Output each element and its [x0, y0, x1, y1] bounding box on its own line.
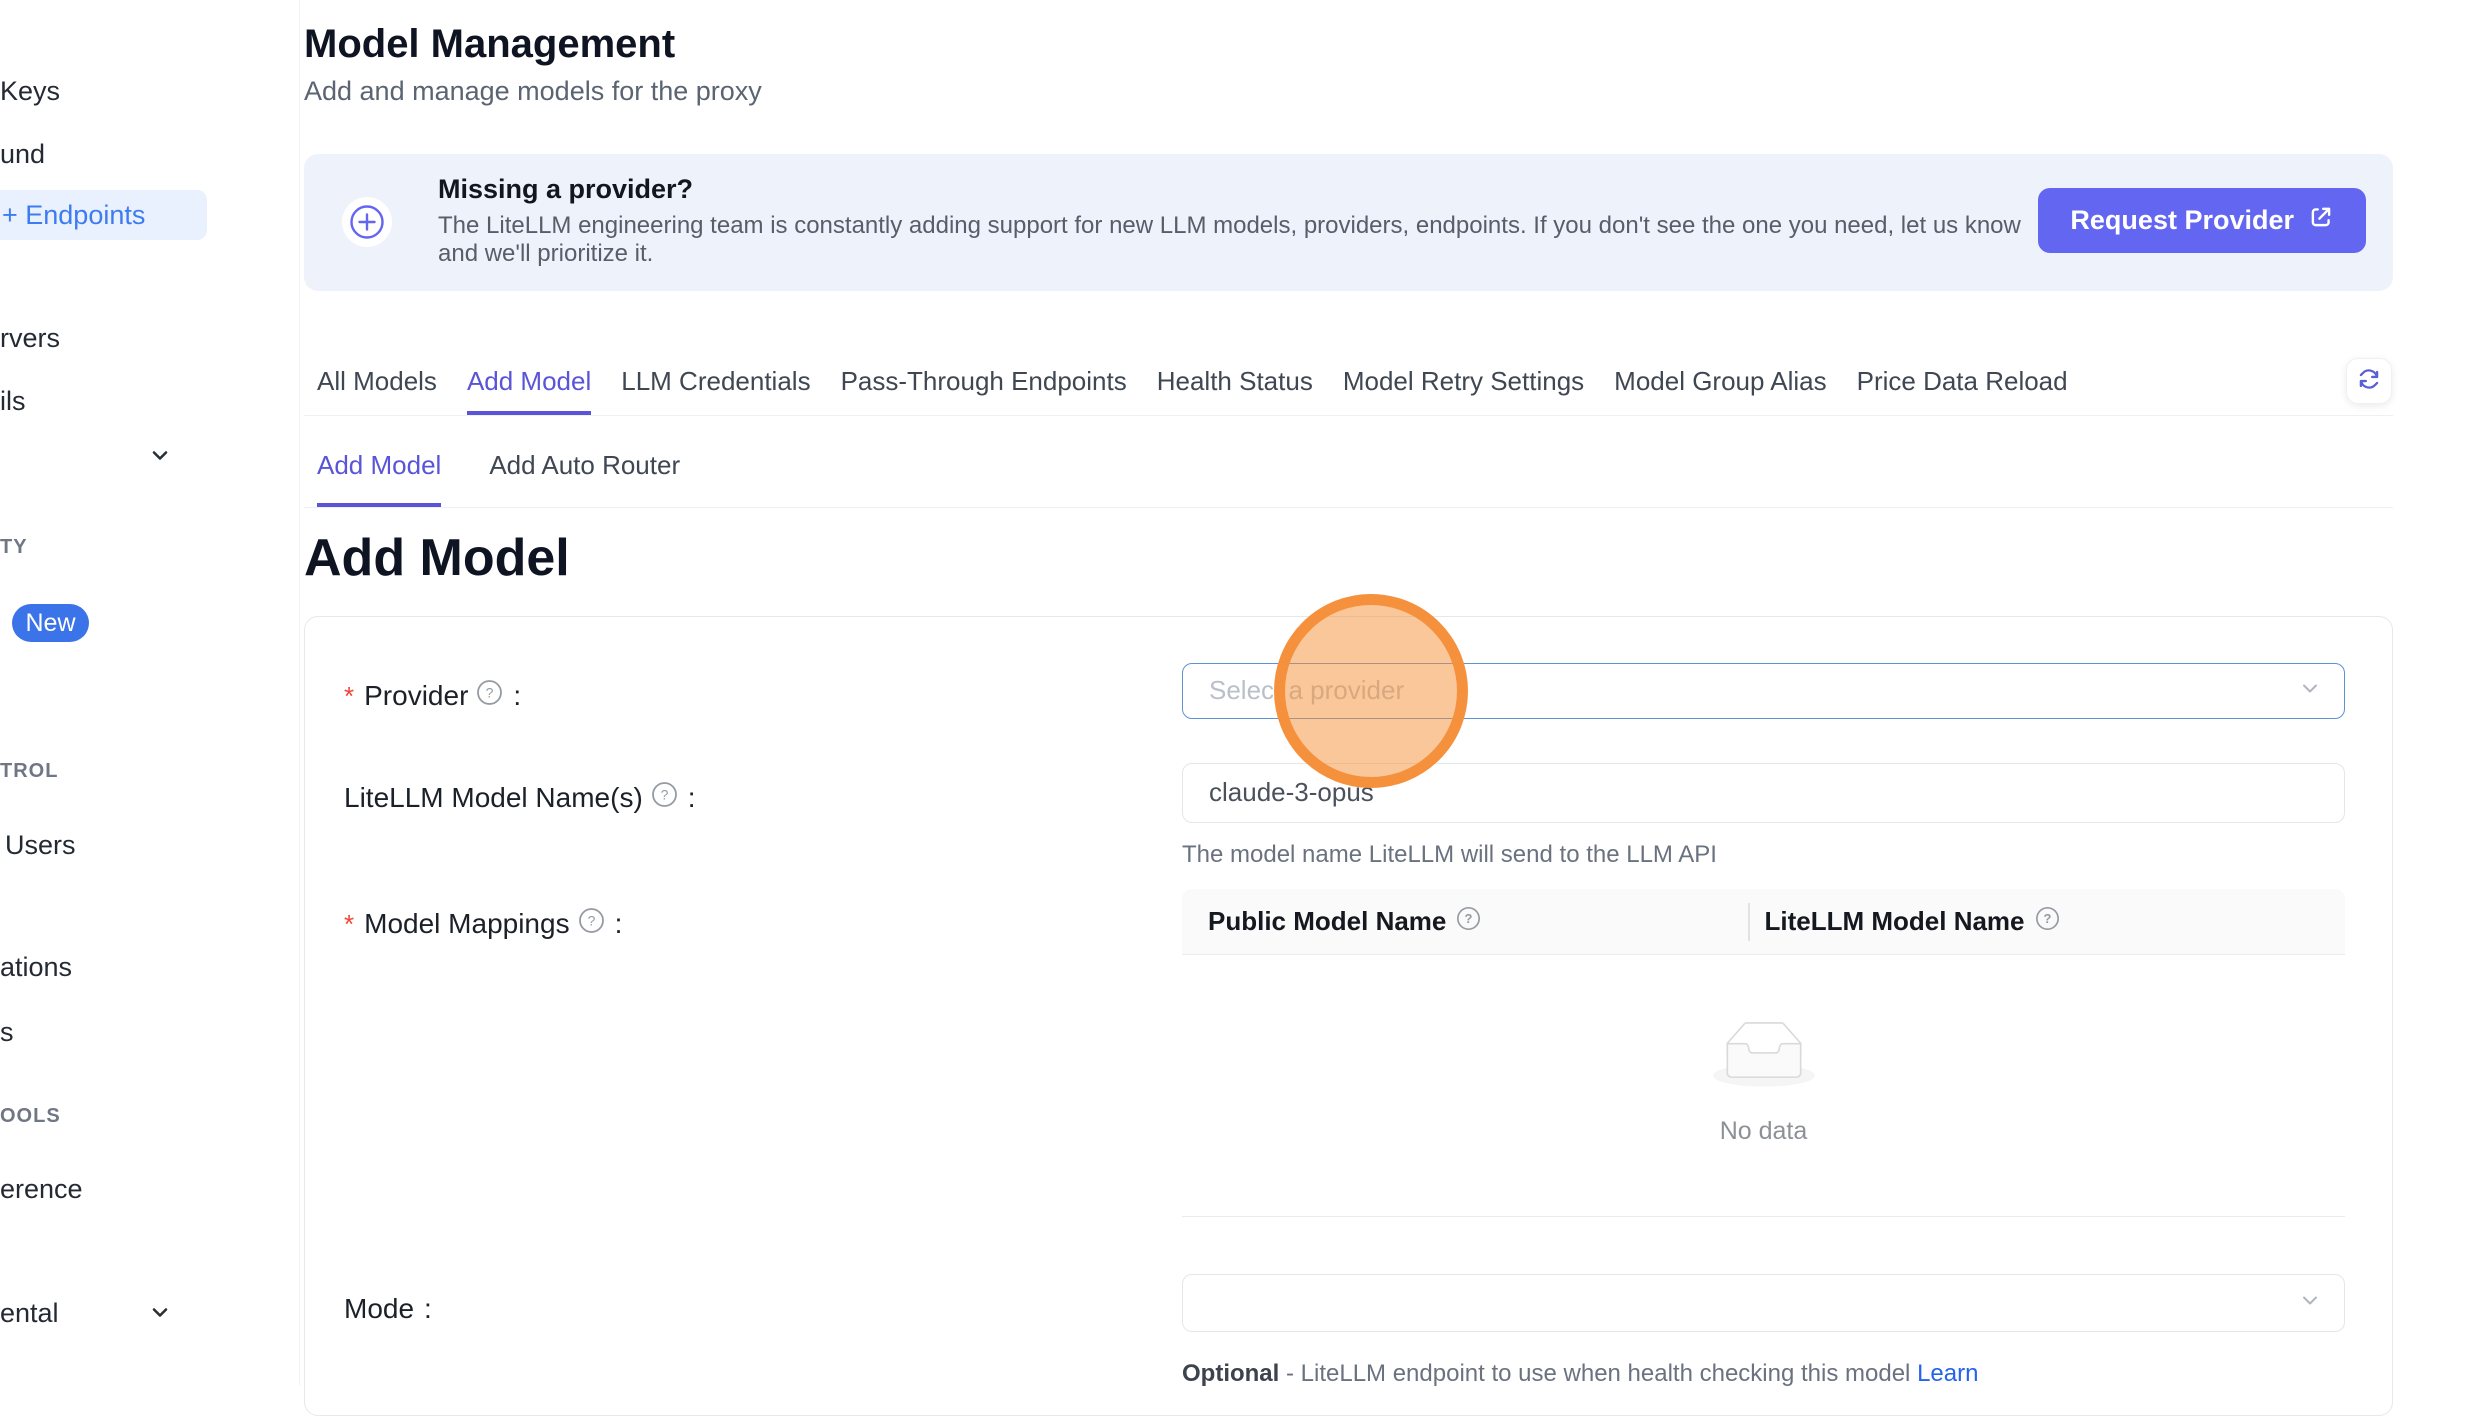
mode-helper-text: - LiteLLM endpoint to use when health ch… [1279, 1360, 1917, 1387]
provider-label: * Provider ? : [344, 679, 521, 713]
mode-select[interactable] [1182, 1274, 2345, 1332]
tab-all-models[interactable]: All Models [317, 366, 437, 415]
sidebar-item-experimental[interactable]: ental [0, 1298, 59, 1329]
learn-link[interactable]: Learn [1917, 1360, 1978, 1387]
add-model-form-card: * Provider ? : Select a provider LiteLLM… [304, 616, 2393, 1416]
sidebar-item-servers[interactable]: rvers [0, 323, 60, 354]
model-name-label-text: LiteLLM Model Name(s) [344, 782, 643, 814]
banner-body: The LiteLLM engineering team is constant… [438, 212, 2038, 268]
subtab-add-auto-router[interactable]: Add Auto Router [489, 430, 680, 507]
model-mappings-table: Public Model Name ? LiteLLM Model Name [1182, 889, 2345, 1217]
help-question-icon[interactable]: ? [2035, 906, 2060, 938]
svg-text:?: ? [2043, 911, 2051, 926]
model-tabs: All Models Add Model LLM Credentials Pas… [304, 366, 2393, 416]
model-name-helper: The model name LiteLLM will send to the … [1182, 841, 1717, 869]
colon: : [513, 680, 521, 712]
help-question-icon[interactable]: ? [476, 679, 503, 713]
sidebar-item-teams[interactable]: s [0, 1017, 14, 1048]
banner-title: Missing a provider? [438, 174, 693, 205]
mappings-table-empty-state: No data [1182, 955, 2345, 1217]
no-data-text: No data [1182, 1117, 2345, 1146]
add-model-subtabs: Add Model Add Auto Router [304, 430, 2393, 508]
provider-placeholder: Select a provider [1209, 664, 1404, 717]
tab-price-data-reload[interactable]: Price Data Reload [1857, 366, 2068, 415]
refresh-icon [2356, 366, 2382, 397]
model-mappings-label: * Model Mappings ? : [344, 907, 622, 941]
chevron-down-icon[interactable] [148, 443, 172, 472]
sidebar-section-access-control: TROL [0, 760, 58, 783]
chevron-down-icon[interactable] [148, 1300, 172, 1329]
column-public-model-name: Public Model Name ? [1182, 906, 1748, 938]
sidebar-item-reference[interactable]: erence [0, 1174, 83, 1205]
svg-text:?: ? [660, 787, 668, 803]
tab-llm-credentials[interactable]: LLM Credentials [621, 366, 810, 415]
external-link-icon [2308, 204, 2334, 237]
mode-helper-bold: Optional [1182, 1360, 1279, 1387]
sidebar: Keys und + Endpoints rvers ils TY New TR… [0, 0, 300, 1385]
sidebar-item-models-endpoints[interactable]: + Endpoints [0, 190, 207, 240]
sidebar-item-label: + Endpoints [2, 200, 145, 231]
plus-circle-icon [342, 197, 392, 247]
mode-label: Mode : [344, 1293, 432, 1325]
sidebar-item-users[interactable]: Users [5, 830, 76, 861]
sidebar-item-organizations[interactable]: ations [0, 952, 72, 983]
colon: : [688, 782, 696, 814]
mode-helper: Optional - LiteLLM endpoint to use when … [1182, 1360, 1978, 1388]
model-mappings-label-text: Model Mappings [364, 908, 569, 940]
colon: : [424, 1293, 432, 1325]
missing-provider-banner: Missing a provider? The LiteLLM engineer… [304, 154, 2393, 291]
main-content: Model Management Add and manage models f… [304, 0, 2393, 1385]
svg-text:?: ? [587, 913, 595, 929]
help-question-icon[interactable]: ? [578, 907, 605, 941]
colon: : [615, 908, 623, 940]
mappings-table-header: Public Model Name ? LiteLLM Model Name [1182, 889, 2345, 955]
request-provider-label: Request Provider [2070, 205, 2294, 236]
help-question-icon[interactable]: ? [651, 781, 678, 815]
chevron-down-icon [2298, 677, 2322, 706]
sidebar-item-keys[interactable]: Keys [0, 76, 60, 107]
model-name-input[interactable]: claude-3-opus [1182, 763, 2345, 823]
new-badge: New [12, 604, 89, 642]
sidebar-section-observability: TY [0, 536, 28, 559]
required-asterisk: * [344, 909, 354, 940]
tab-health-status[interactable]: Health Status [1157, 366, 1313, 415]
sidebar-item-playground[interactable]: und [0, 139, 45, 170]
provider-label-text: Provider [364, 680, 468, 712]
model-name-value: claude-3-opus [1209, 764, 1374, 821]
required-asterisk: * [344, 681, 354, 712]
refresh-button[interactable] [2346, 358, 2392, 404]
svg-text:?: ? [1465, 911, 1473, 926]
tab-model-group-alias[interactable]: Model Group Alias [1614, 366, 1826, 415]
column-litellm-model-name: LiteLLM Model Name ? [1750, 906, 2060, 938]
sidebar-section-tools: OOLS [0, 1105, 61, 1128]
sidebar-item-guardrails[interactable]: ils [0, 386, 26, 417]
add-model-heading: Add Model [304, 528, 570, 588]
page-title: Model Management [304, 22, 675, 67]
tab-pass-through-endpoints[interactable]: Pass-Through Endpoints [841, 366, 1127, 415]
tab-model-retry-settings[interactable]: Model Retry Settings [1343, 366, 1584, 415]
mode-label-text: Mode [344, 1293, 414, 1325]
subtab-add-model[interactable]: Add Model [317, 430, 441, 507]
model-name-label: LiteLLM Model Name(s) ? : [344, 781, 696, 815]
request-provider-button[interactable]: Request Provider [2038, 188, 2366, 253]
help-question-icon[interactable]: ? [1456, 906, 1481, 938]
svg-text:?: ? [486, 685, 494, 701]
tab-add-model[interactable]: Add Model [467, 366, 591, 415]
chevron-down-icon [2298, 1289, 2322, 1318]
page-subtitle: Add and manage models for the proxy [304, 76, 762, 107]
provider-select[interactable]: Select a provider [1182, 663, 2345, 719]
empty-box-icon [1713, 1021, 1815, 1092]
